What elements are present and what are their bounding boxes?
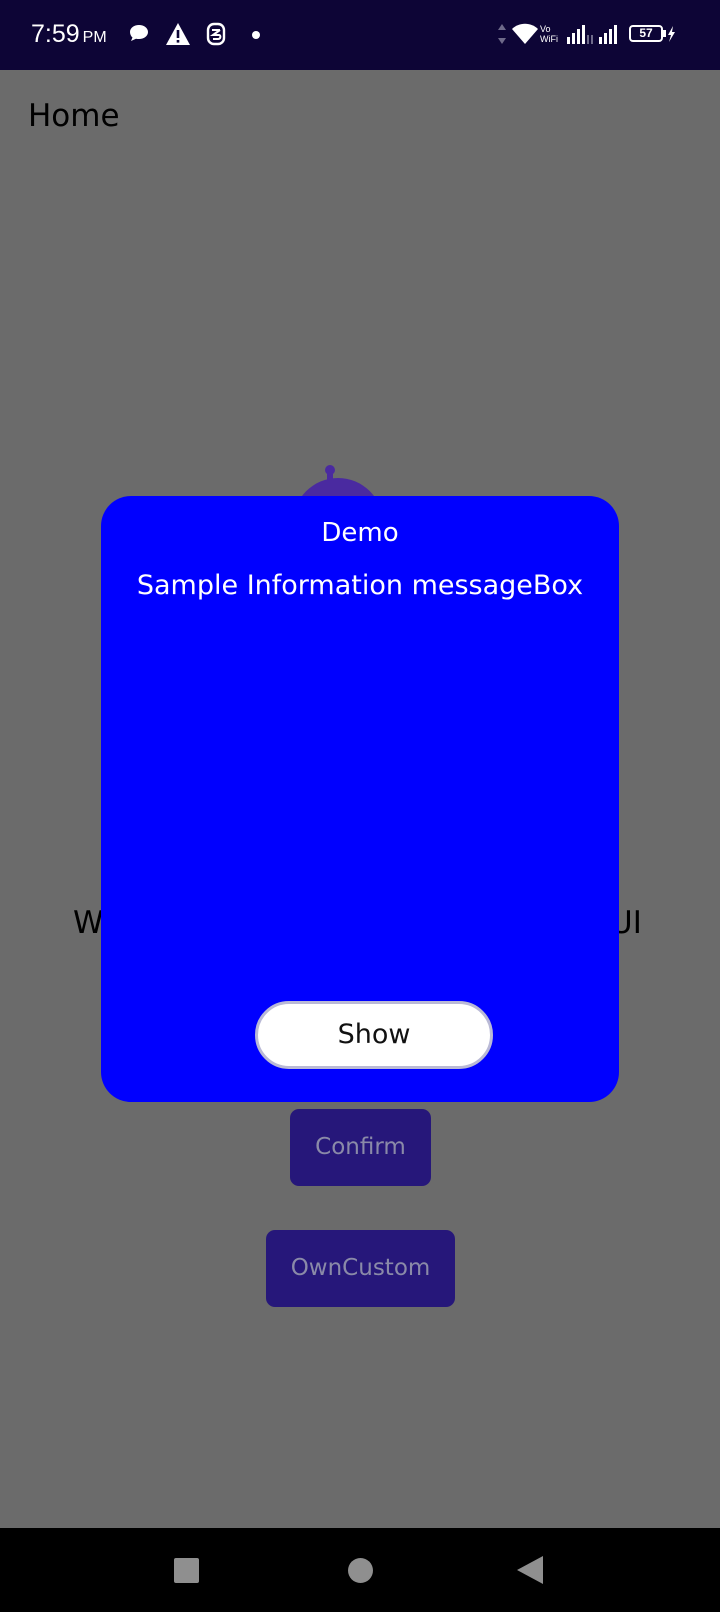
owncustom-button[interactable]: OwnCustom [266, 1230, 455, 1307]
signal-icon [599, 25, 617, 44]
avatar-antenna-dot [325, 465, 335, 475]
confirm-button[interactable]: Confirm [290, 1109, 431, 1186]
status-time-ampm: PM [82, 29, 107, 46]
welcome-text-left: W [73, 905, 104, 941]
battery-level: 57 [639, 26, 653, 40]
recent-apps-icon[interactable] [174, 1558, 199, 1583]
wifi-icon [512, 23, 538, 44]
signal-icon [567, 25, 593, 44]
status-time: 7:59 PM [31, 20, 107, 49]
chat-bubble-icon [130, 25, 148, 41]
alert-triangle-icon [166, 23, 190, 45]
dot-icon [252, 31, 260, 39]
dialog-message: Sample Information messageBox [136, 570, 584, 601]
message-dialog: Demo Sample Information messageBox Show [101, 496, 619, 1102]
charging-icon [668, 26, 675, 42]
back-icon[interactable] [517, 1556, 543, 1584]
show-button[interactable]: Show [255, 1001, 493, 1069]
status-bar: 7:59 PM Vo WiFi 57 [0, 0, 720, 70]
status-time-value: 7:59 [31, 20, 80, 48]
vowifi-top: Vo [540, 24, 551, 34]
vowifi-bottom: WiFi [540, 34, 558, 44]
dialog-title: Demo [321, 518, 399, 548]
home-icon[interactable] [348, 1558, 373, 1583]
page-title: Home [28, 98, 120, 134]
app-notification-icon [206, 22, 226, 46]
battery-icon: 57 [629, 25, 663, 42]
vowifi-label: Vo WiFi [540, 24, 558, 44]
navigation-bar [0, 1528, 720, 1612]
data-arrows-icon [498, 24, 506, 44]
